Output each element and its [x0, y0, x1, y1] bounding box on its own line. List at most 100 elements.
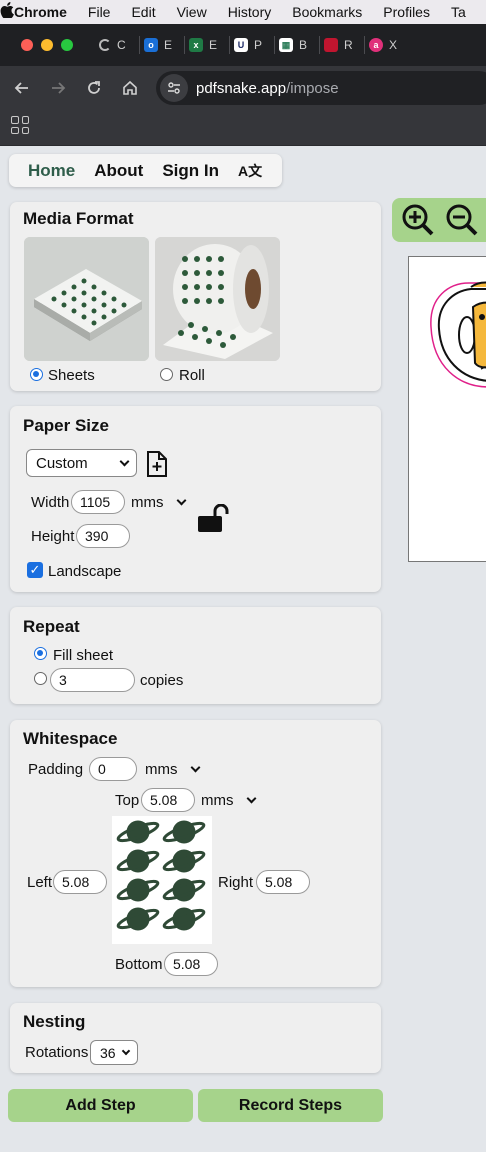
margin-unit-select[interactable]: mms: [201, 792, 256, 809]
menu-view[interactable]: View: [177, 4, 207, 20]
right-margin-input[interactable]: 5.08: [256, 870, 310, 894]
address-bar[interactable]: pdfsnake.app/impose: [156, 71, 486, 105]
paper-size-panel: Paper Size Custom Width 1105 mms Height …: [10, 406, 381, 592]
reload-icon[interactable]: [76, 70, 112, 106]
zoom-out-icon[interactable]: [446, 204, 478, 236]
chevron-down-icon: [119, 456, 130, 466]
paper-preset-value: Custom: [36, 454, 88, 472]
top-margin-label: Top: [115, 792, 140, 809]
window-controls: [21, 39, 73, 51]
rotations-label: Rotations: [25, 1044, 89, 1061]
margin-unit-value: mms: [201, 792, 234, 809]
height-input[interactable]: 390: [76, 524, 130, 548]
language-switcher[interactable]: A文: [238, 161, 262, 181]
menu-tab[interactable]: Ta: [451, 4, 466, 20]
width-input[interactable]: 1105: [71, 490, 125, 514]
copies-radio[interactable]: [34, 672, 47, 685]
repeat-panel: Repeat Fill sheet 3 copies: [10, 607, 381, 704]
apps-grid-icon[interactable]: [11, 116, 29, 134]
tab-title: B: [299, 38, 308, 52]
tab-title: P: [254, 38, 263, 52]
back-icon[interactable]: [4, 70, 40, 106]
bottom-margin-input[interactable]: 5.08: [164, 952, 218, 976]
zoom-in-icon[interactable]: [402, 204, 434, 236]
menu-file[interactable]: File: [88, 4, 111, 20]
browser-toolbar: pdfsnake.app/impose: [0, 66, 486, 110]
browser-tab-strip: C o E x E U P ▦ B R a X: [0, 24, 486, 66]
roll-image[interactable]: [155, 237, 280, 361]
menu-chrome[interactable]: Chrome: [14, 4, 67, 20]
browser-tab[interactable]: x E: [185, 24, 229, 66]
sheets-image[interactable]: [24, 237, 149, 361]
margin-preview: [112, 816, 212, 944]
bottom-margin-label: Bottom: [115, 956, 163, 973]
padding-input[interactable]: 0: [89, 757, 137, 781]
tab-title: E: [209, 38, 218, 52]
width-label: Width: [31, 494, 70, 511]
media-format-title: Media Format: [23, 209, 134, 228]
site-settings-icon[interactable]: [160, 74, 188, 102]
bank-icon: ▦: [279, 38, 293, 52]
close-window-button[interactable]: [21, 39, 33, 51]
minimize-window-button[interactable]: [41, 39, 53, 51]
browser-tab[interactable]: a X: [365, 24, 409, 66]
home-icon[interactable]: [112, 70, 148, 106]
browser-tab[interactable]: C: [95, 24, 139, 66]
padding-unit-select[interactable]: mms: [145, 761, 200, 778]
browser-tab[interactable]: R: [320, 24, 364, 66]
nesting-panel: Nesting Rotations 36: [10, 1003, 381, 1073]
nav-signin-link[interactable]: Sign In: [162, 161, 219, 181]
menu-profiles[interactable]: Profiles: [383, 4, 430, 20]
browser-tab[interactable]: ▦ B: [275, 24, 319, 66]
zoom-toolbar: [392, 198, 486, 242]
url-domain: pdfsnake.app: [196, 79, 287, 97]
roll-label: Roll: [179, 367, 205, 384]
whitespace-panel: Whitespace Padding 0 mms Top 5.08 mms Le…: [10, 720, 381, 987]
whitespace-title: Whitespace: [23, 729, 118, 748]
sheets-radio[interactable]: [30, 368, 43, 381]
chevron-down-icon: [176, 495, 186, 506]
red-square-icon: [324, 38, 338, 52]
roll-radio[interactable]: [160, 368, 173, 381]
u-icon: U: [234, 38, 248, 52]
bookmarks-bar: [0, 110, 486, 146]
rotations-select[interactable]: 36: [90, 1040, 138, 1065]
unlock-icon[interactable]: [197, 503, 231, 539]
url-text: pdfsnake.app/impose: [196, 80, 339, 97]
forward-icon[interactable]: [40, 70, 76, 106]
loading-icon: [99, 39, 111, 51]
fill-sheet-radio[interactable]: [34, 647, 47, 660]
paper-preset-select[interactable]: Custom: [26, 449, 137, 477]
menu-edit[interactable]: Edit: [131, 4, 155, 20]
browser-tab[interactable]: U P: [230, 24, 274, 66]
pink-circle-icon: a: [369, 38, 383, 52]
sticker-preview: [430, 281, 486, 388]
menu-bookmarks[interactable]: Bookmarks: [292, 4, 362, 20]
tab-title: X: [389, 38, 398, 52]
sheets-label: Sheets: [48, 367, 95, 384]
menu-history[interactable]: History: [228, 4, 272, 20]
new-document-icon[interactable]: [146, 451, 168, 482]
chevron-down-icon: [246, 793, 256, 804]
unit-select[interactable]: mms: [131, 494, 186, 511]
copies-label: copies: [140, 672, 184, 689]
apple-icon[interactable]: [0, 2, 14, 22]
planet-stickers-preview: [116, 820, 206, 931]
nav-about-link[interactable]: About: [94, 161, 143, 181]
macos-menu-bar: Chrome File Edit View History Bookmarks …: [0, 0, 486, 24]
top-margin-input[interactable]: 5.08: [141, 788, 195, 812]
right-margin-label: Right: [218, 874, 254, 891]
nav-home-link[interactable]: Home: [28, 161, 75, 181]
imposition-preview[interactable]: [408, 256, 486, 562]
record-steps-button[interactable]: Record Steps: [198, 1089, 383, 1122]
add-step-button[interactable]: Add Step: [8, 1089, 193, 1122]
tab-title: E: [164, 38, 173, 52]
maximize-window-button[interactable]: [61, 39, 73, 51]
landscape-checkbox[interactable]: ✓: [27, 562, 43, 578]
left-margin-input[interactable]: 5.08: [53, 870, 107, 894]
copies-input[interactable]: 3: [50, 668, 135, 692]
chevron-down-icon: [190, 762, 200, 773]
repeat-title: Repeat: [23, 617, 80, 636]
browser-tab[interactable]: o E: [140, 24, 184, 66]
left-margin-label: Left: [27, 874, 53, 891]
